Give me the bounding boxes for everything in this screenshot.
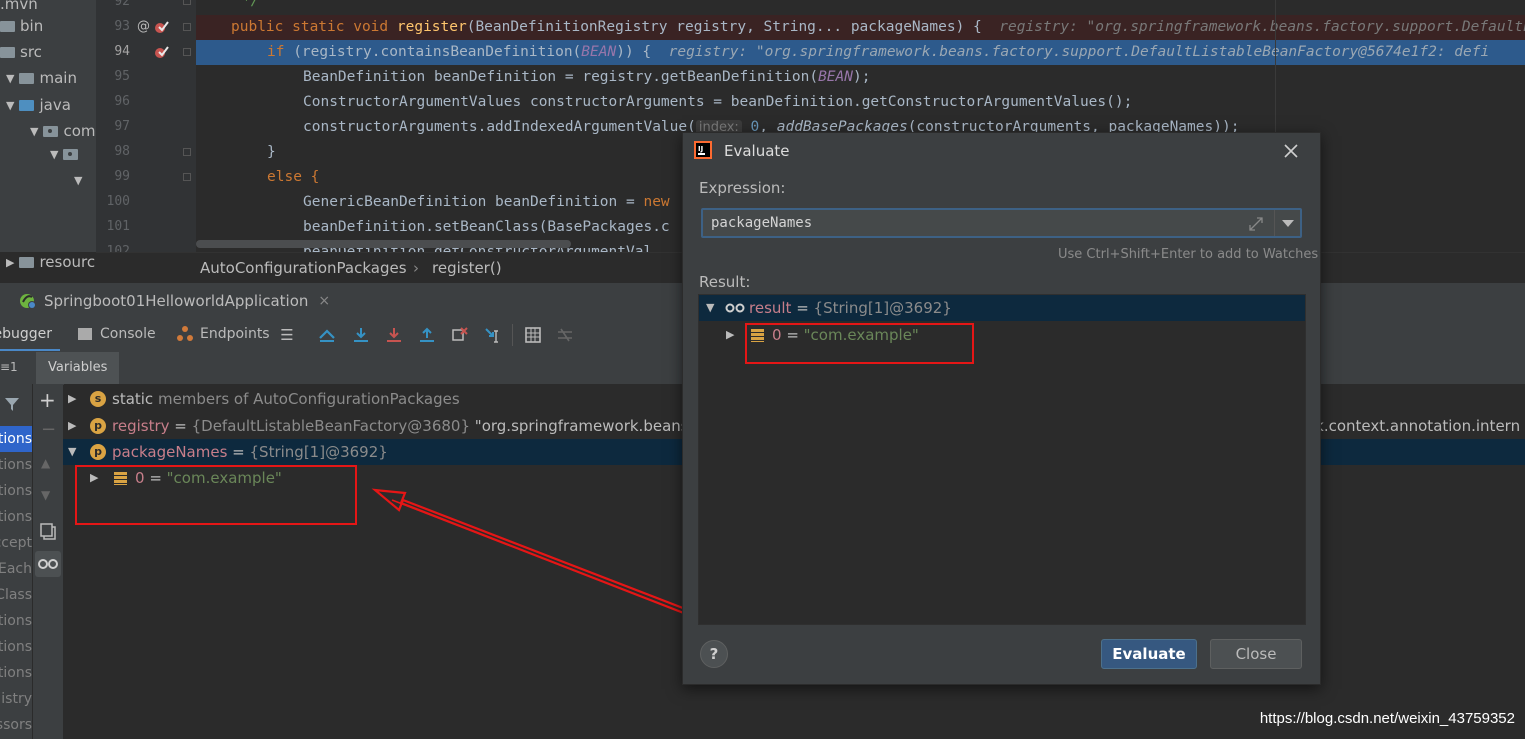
expand-editor-icon[interactable] <box>1248 216 1264 232</box>
watermark: https://blog.csdn.net/weixin_43759352 <box>1259 710 1515 727</box>
help-button[interactable]: ? <box>700 640 728 668</box>
result-label: Result: <box>699 273 751 291</box>
chevron-right-icon[interactable]: ▶ <box>726 322 734 348</box>
evaluate-dialog: IJ Evaluate Expression: packageNames Use… <box>682 132 1321 685</box>
expression-label: Expression: <box>699 179 786 197</box>
intellij-logo-icon: IJ <box>694 141 712 159</box>
svg-text:IJ: IJ <box>698 145 703 153</box>
dialog-title: Evaluate <box>724 142 790 160</box>
watches-hint: Use Ctrl+Shift+Enter to add to Watches <box>1058 247 1319 262</box>
close-icon[interactable] <box>1283 143 1299 159</box>
glasses-icon <box>725 303 745 313</box>
evaluate-button[interactable]: Evaluate <box>1101 639 1197 669</box>
history-dropdown-icon[interactable] <box>1281 219 1295 229</box>
result-row[interactable]: ▼ result = {String[1]@3692} <box>699 295 1305 321</box>
close-button[interactable]: Close <box>1210 639 1302 669</box>
expression-input[interactable]: packageNames <box>701 208 1302 238</box>
chevron-down-icon[interactable]: ▼ <box>706 295 714 321</box>
annotation-highlight-box <box>745 323 974 364</box>
expression-value: packageNames <box>711 215 813 231</box>
